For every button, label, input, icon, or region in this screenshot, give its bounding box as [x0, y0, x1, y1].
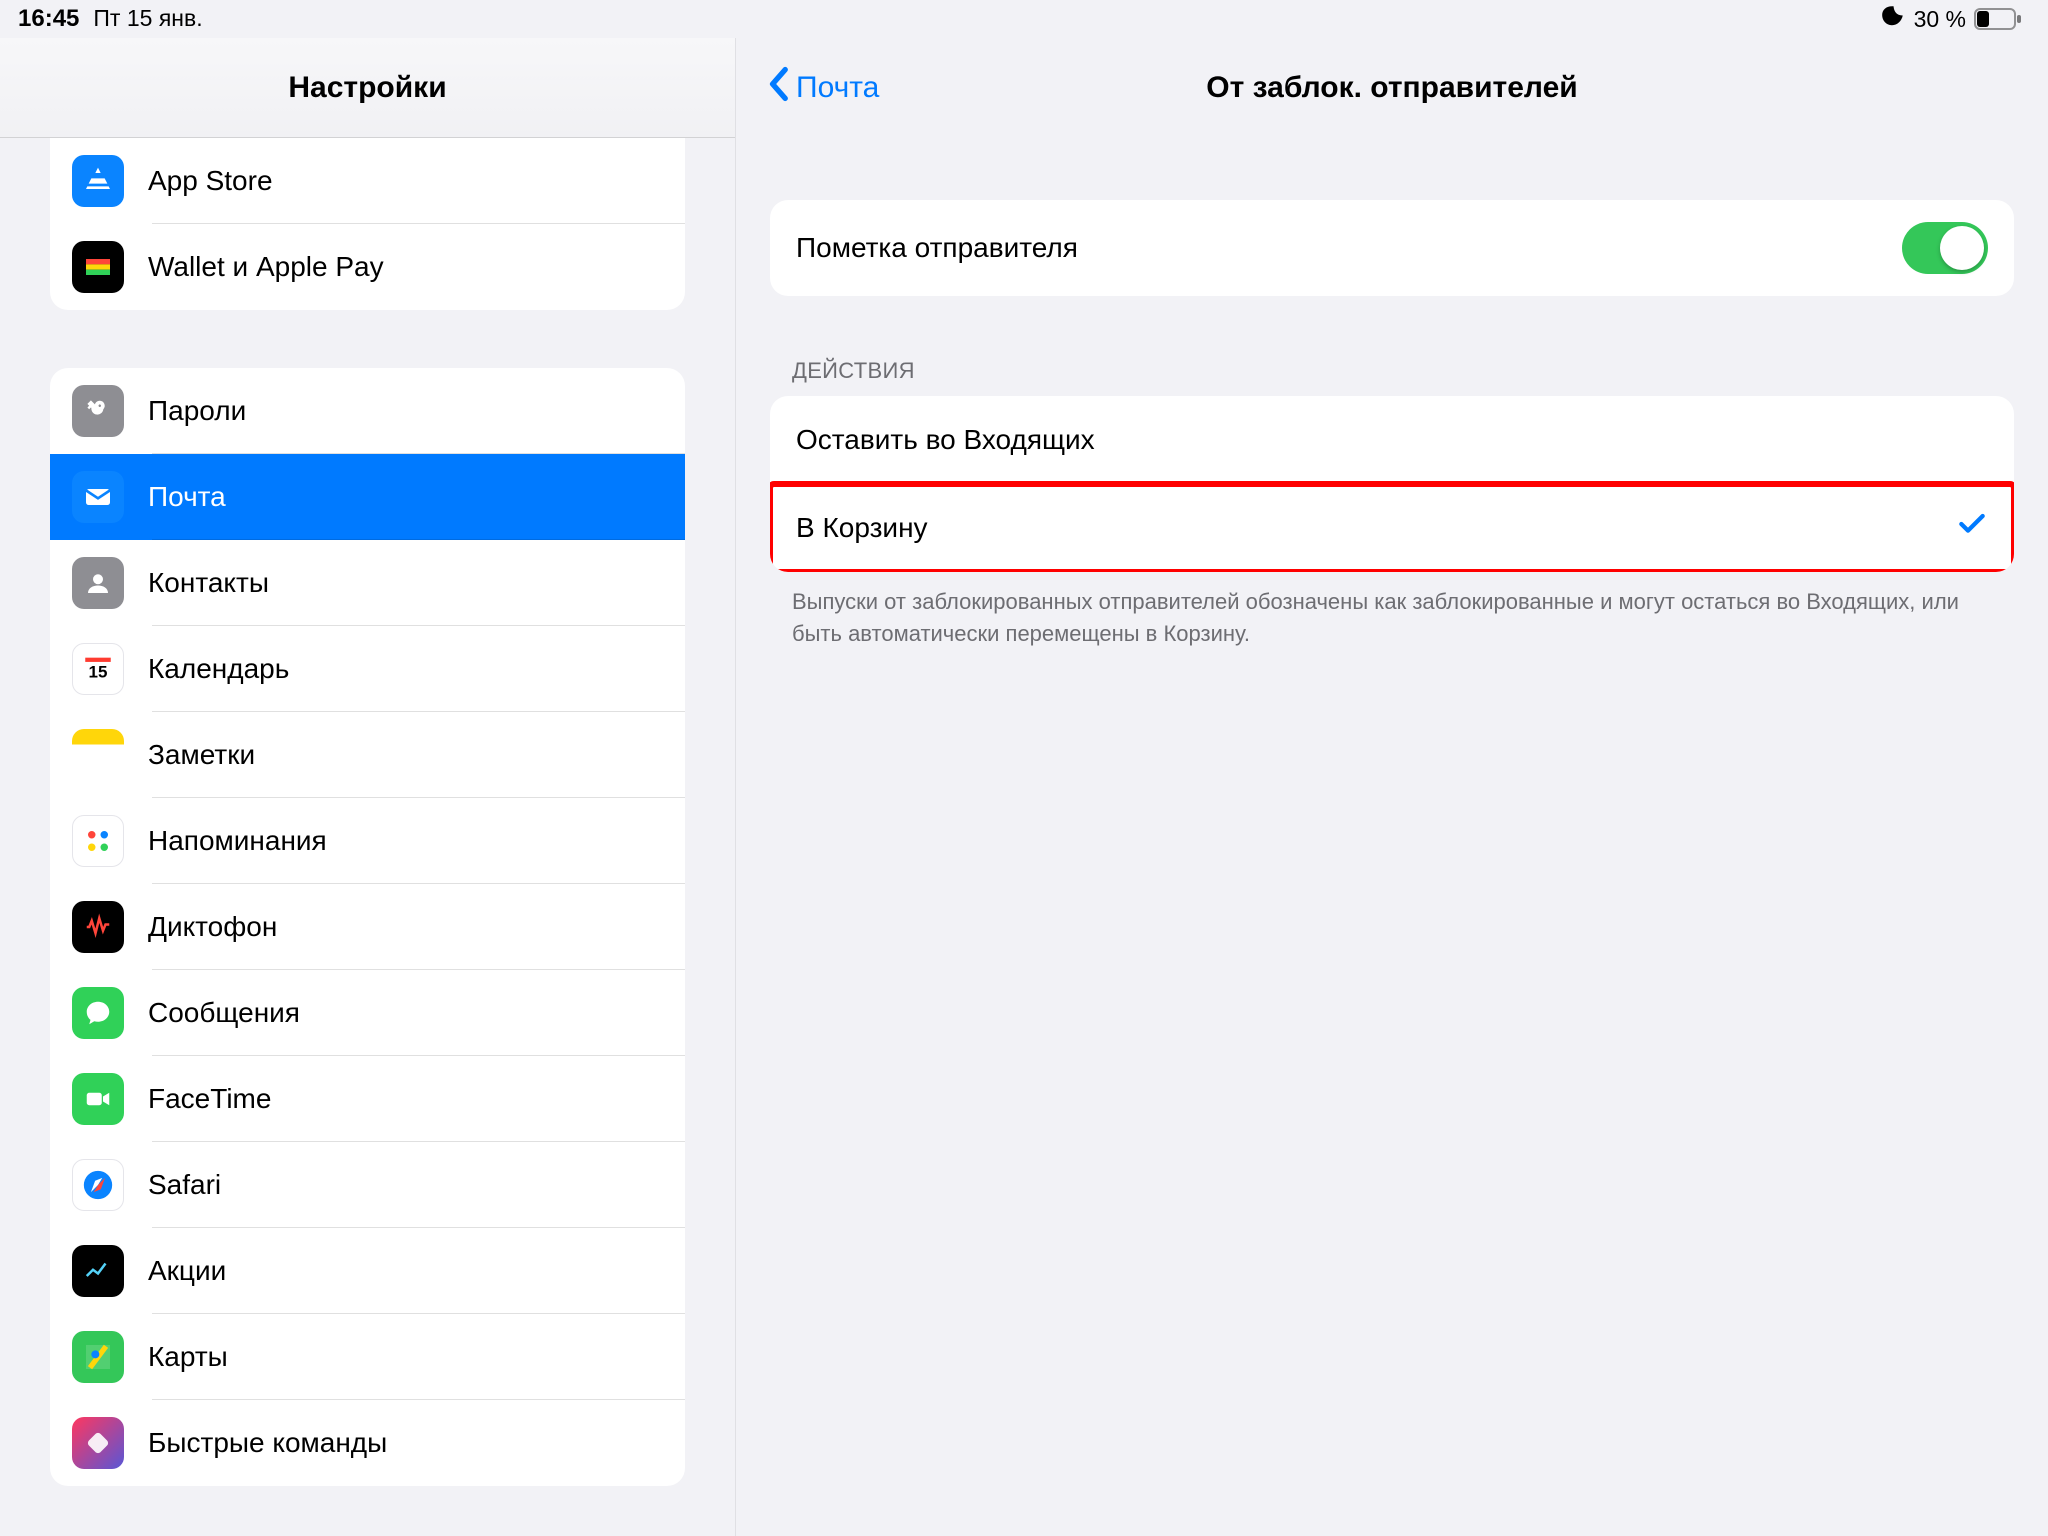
- mail-icon: [72, 471, 124, 523]
- detail-title: От заблок. отправителей: [736, 71, 2048, 105]
- sidebar-item-label: Быстрые команды: [148, 1427, 387, 1459]
- sidebar-item-label: Почта: [148, 481, 226, 513]
- sidebar-item-label: FaceTime: [148, 1083, 271, 1115]
- sidebar-group-apps: Пароли Почта Контакты 15: [50, 368, 685, 1486]
- safari-icon: [72, 1159, 124, 1211]
- sidebar-item-contacts[interactable]: Контакты: [50, 540, 685, 626]
- back-label: Почта: [796, 71, 879, 105]
- sidebar-item-reminders[interactable]: Напоминания: [50, 798, 685, 884]
- sidebar-item-label: Контакты: [148, 567, 269, 599]
- status-time: 16:45: [18, 5, 79, 33]
- sidebar-group-store: App Store Wallet и Apple Pay: [50, 138, 685, 310]
- sidebar-item-label: Пароли: [148, 395, 246, 427]
- row-mark-sender[interactable]: Пометка отправителя: [770, 200, 2014, 296]
- sidebar-item-label: Диктофон: [148, 911, 277, 943]
- sidebar-item-label: App Store: [148, 165, 273, 197]
- sidebar-item-messages[interactable]: Сообщения: [50, 970, 685, 1056]
- group-footer-actions: Выпуски от заблокированных отправителей …: [770, 572, 2014, 650]
- sidebar-scroll[interactable]: App Store Wallet и Apple Pay Пароли: [0, 138, 735, 1536]
- sidebar-item-calendar[interactable]: 15 Календарь: [50, 626, 685, 712]
- sidebar-item-stocks[interactable]: Акции: [50, 1228, 685, 1314]
- maps-icon: [72, 1331, 124, 1383]
- sidebar-item-passwords[interactable]: Пароли: [50, 368, 685, 454]
- row-label: Пометка отправителя: [796, 232, 1078, 264]
- sidebar-item-label: Календарь: [148, 653, 289, 685]
- back-button[interactable]: Почта: [766, 66, 879, 110]
- group-header-actions: ДЕЙСТВИЯ: [770, 358, 2014, 396]
- sidebar-item-label: Акции: [148, 1255, 226, 1287]
- svg-text:15: 15: [89, 663, 108, 682]
- sidebar-item-label: Safari: [148, 1169, 221, 1201]
- notes-icon: [72, 729, 124, 781]
- status-bar: 16:45 Пт 15 янв. 30 %: [0, 0, 2048, 38]
- calendar-icon: 15: [72, 643, 124, 695]
- appstore-icon: [72, 155, 124, 207]
- detail-pane: Почта От заблок. отправителей Пометка от…: [736, 38, 2048, 1536]
- contacts-icon: [72, 557, 124, 609]
- sidebar-item-label: Wallet и Apple Pay: [148, 251, 384, 283]
- option-label: В Корзину: [796, 512, 928, 544]
- sidebar-item-voicememos[interactable]: Диктофон: [50, 884, 685, 970]
- status-date: Пт 15 янв.: [93, 5, 202, 32]
- battery-icon: [1974, 8, 2022, 30]
- reminders-icon: [72, 815, 124, 867]
- sidebar-item-safari[interactable]: Safari: [50, 1142, 685, 1228]
- detail-header: Почта От заблок. отправителей: [736, 38, 2048, 138]
- do-not-disturb-icon: [1880, 3, 1906, 36]
- sidebar-item-maps[interactable]: Карты: [50, 1314, 685, 1400]
- chevron-left-icon: [766, 66, 790, 110]
- shortcuts-icon: [72, 1417, 124, 1469]
- option-leave-in-inbox[interactable]: Оставить во Входящих: [770, 396, 2014, 484]
- key-icon: [72, 385, 124, 437]
- battery-percentage: 30 %: [1914, 6, 1966, 33]
- sidebar-item-label: Напоминания: [148, 825, 327, 857]
- wallet-icon: [72, 241, 124, 293]
- facetime-icon: [72, 1073, 124, 1125]
- sidebar-item-facetime[interactable]: FaceTime: [50, 1056, 685, 1142]
- sidebar-item-notes[interactable]: Заметки: [50, 712, 685, 798]
- sidebar-item-appstore[interactable]: App Store: [50, 138, 685, 224]
- sidebar-item-shortcuts[interactable]: Быстрые команды: [50, 1400, 685, 1486]
- settings-sidebar: Настройки App Store Wallet и Apple Pay: [0, 38, 736, 1536]
- group-mark-sender: Пометка отправителя: [770, 200, 2014, 296]
- sidebar-item-mail[interactable]: Почта: [50, 454, 685, 540]
- messages-icon: [72, 987, 124, 1039]
- sidebar-item-label: Карты: [148, 1341, 228, 1373]
- sidebar-item-label: Заметки: [148, 739, 255, 771]
- voicememos-icon: [72, 901, 124, 953]
- group-actions: ДЕЙСТВИЯ Оставить во Входящих В Корзину …: [770, 358, 2014, 650]
- checkmark-icon: [1956, 508, 1988, 549]
- toggle-mark-sender[interactable]: [1902, 222, 1988, 274]
- option-move-to-trash[interactable]: В Корзину: [770, 484, 2014, 572]
- sidebar-item-label: Сообщения: [148, 997, 300, 1029]
- sidebar-title: Настройки: [0, 38, 735, 138]
- option-label: Оставить во Входящих: [796, 424, 1095, 456]
- stocks-icon: [72, 1245, 124, 1297]
- sidebar-item-wallet[interactable]: Wallet и Apple Pay: [50, 224, 685, 310]
